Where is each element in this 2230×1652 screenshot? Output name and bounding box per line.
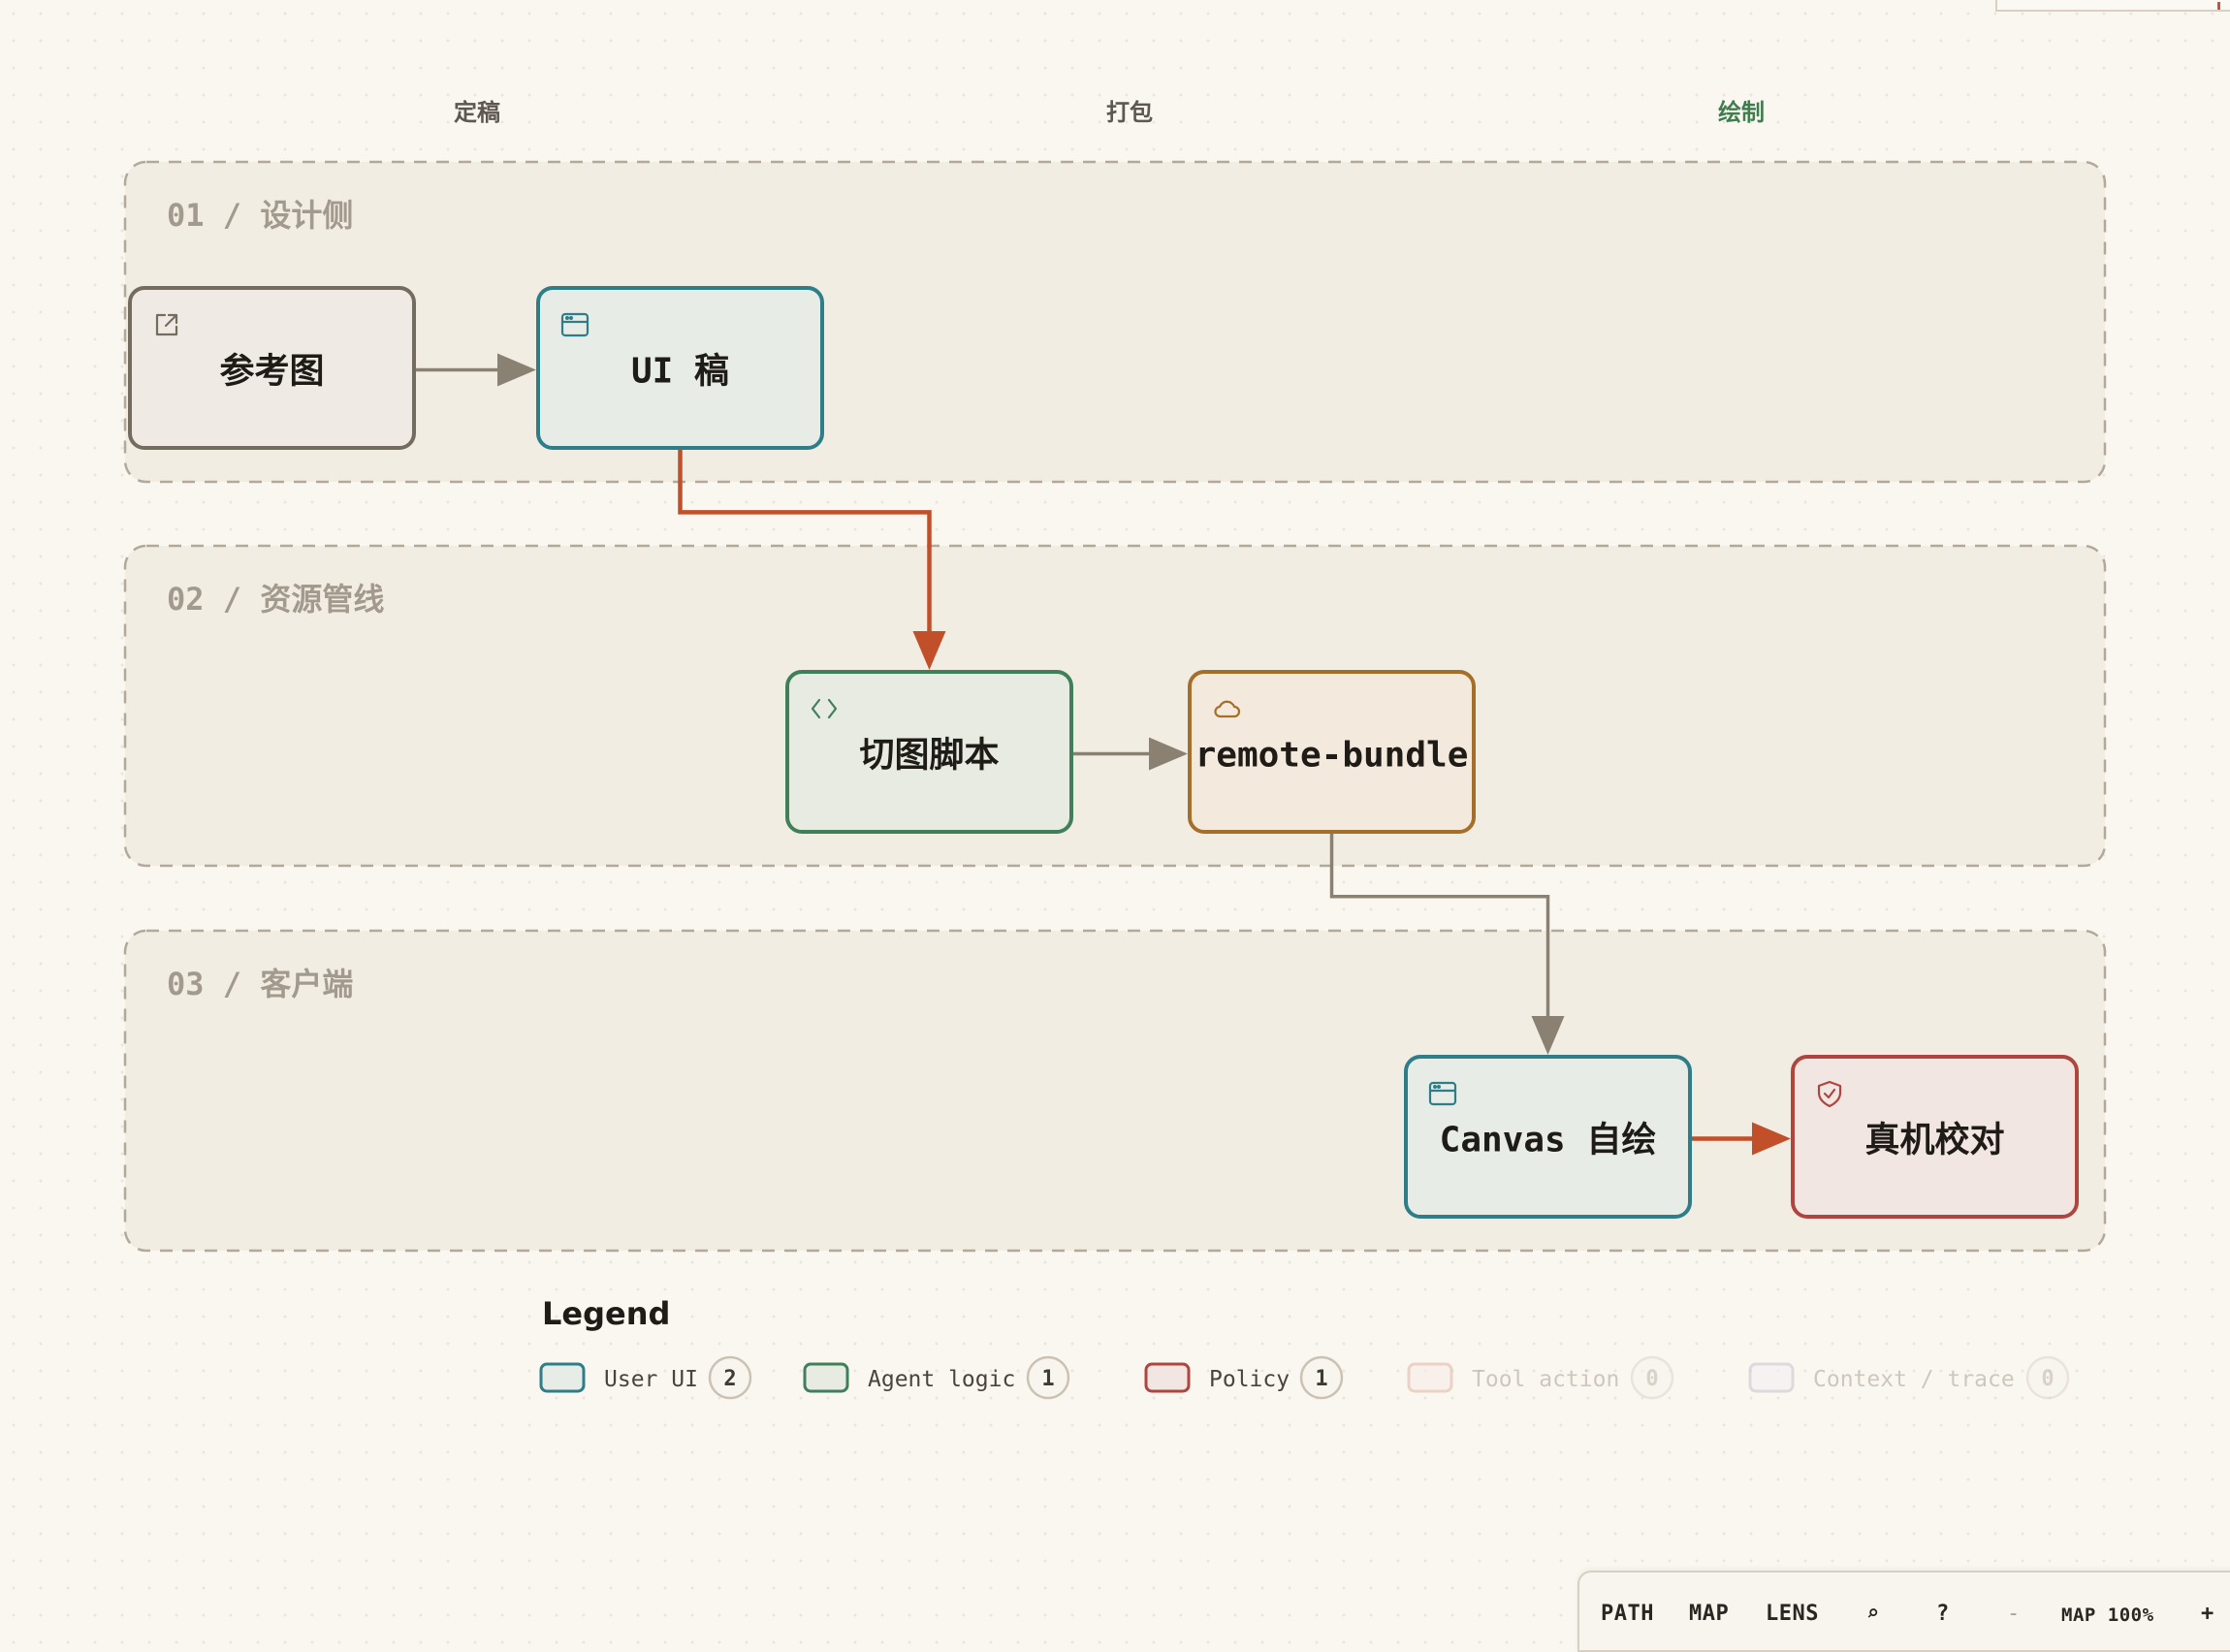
legend-title: Legend [542, 1295, 670, 1332]
legend-item-4[interactable]: Tool action 0 [1407, 1355, 1674, 1400]
lens-button[interactable]: LENS [1766, 1602, 1819, 1626]
zoom-in-button[interactable]: + [2201, 1602, 2214, 1626]
swimlane-label-3: 03 / 客户端 [167, 966, 353, 1002]
legend-swatch [1144, 1362, 1191, 1393]
column-header-1: 定稿 [454, 99, 500, 126]
legend-label: Policy [1209, 1367, 1290, 1392]
legend-label: Context / trace [1813, 1367, 2015, 1392]
bottom-toolbar: PATH MAP LENS ⌕ ? - MAP 100% + [1577, 1571, 2230, 1652]
search-icon[interactable]: ⌕ [1866, 1602, 1880, 1626]
zoom-out-button[interactable]: - [2007, 1602, 2021, 1626]
legend-item-5[interactable]: Context / trace 0 [1748, 1355, 2070, 1400]
node-ref[interactable]: 参考图 [128, 286, 416, 450]
legend-label: Tool action [1472, 1367, 1619, 1392]
legend-count: 2 [723, 1367, 736, 1391]
legend-swatch [1407, 1362, 1453, 1393]
node-bundle[interactable]: remote-bundle [1188, 670, 1476, 834]
node-script-label: 切图脚本 [859, 736, 999, 776]
legend-count: 1 [1041, 1367, 1054, 1391]
node-ui[interactable]: UI 稿 [536, 286, 824, 450]
swimlane-2 [123, 544, 2107, 868]
legend-swatch [803, 1362, 849, 1393]
column-header-3: 绘制 [1718, 99, 1765, 126]
swimlane-1 [123, 160, 2107, 484]
path-button[interactable]: PATH [1601, 1602, 1654, 1626]
node-ui-label: UI 稿 [631, 352, 729, 392]
legend-swatch [1748, 1362, 1795, 1393]
legend-item-1[interactable]: User UI 2 [539, 1355, 752, 1400]
node-verify-label: 真机校对 [1864, 1121, 2004, 1160]
flow-diagram: 定稿 打包 绘制 01 / 设计侧 02 / 资源管线 03 / 客户端 参考图 UI 稿… [123, 99, 2107, 1400]
legend-item-3[interactable]: Policy 1 [1144, 1355, 1344, 1400]
legend-item-2[interactable]: Agent logic 1 [803, 1355, 1070, 1400]
node-verify[interactable]: 真机校对 [1791, 1055, 2079, 1219]
zoom-level-label: MAP 100% [2061, 1604, 2154, 1626]
legend-swatch [539, 1362, 586, 1393]
swimlane-label-1: 01 / 设计侧 [167, 197, 353, 234]
column-header-2: 打包 [1106, 99, 1153, 126]
legend-label: User UI [604, 1367, 698, 1392]
swimlane-label-2: 02 / 资源管线 [167, 581, 384, 618]
legend-count: 1 [1315, 1367, 1327, 1391]
legend-label: Agent logic [868, 1367, 1015, 1392]
legend-count: 0 [1645, 1367, 1658, 1391]
node-bundle-label: remote-bundle [1195, 736, 1469, 776]
legend-count: 0 [2041, 1367, 2054, 1391]
map-button[interactable]: MAP [1689, 1602, 1729, 1626]
node-ref-label: 参考图 [219, 352, 324, 392]
help-button[interactable]: ? [1936, 1602, 1950, 1626]
node-canvas-label: Canvas 自绘 [1440, 1121, 1657, 1160]
node-canvas[interactable]: Canvas 自绘 [1404, 1055, 1692, 1219]
node-script[interactable]: 切图脚本 [785, 670, 1073, 834]
